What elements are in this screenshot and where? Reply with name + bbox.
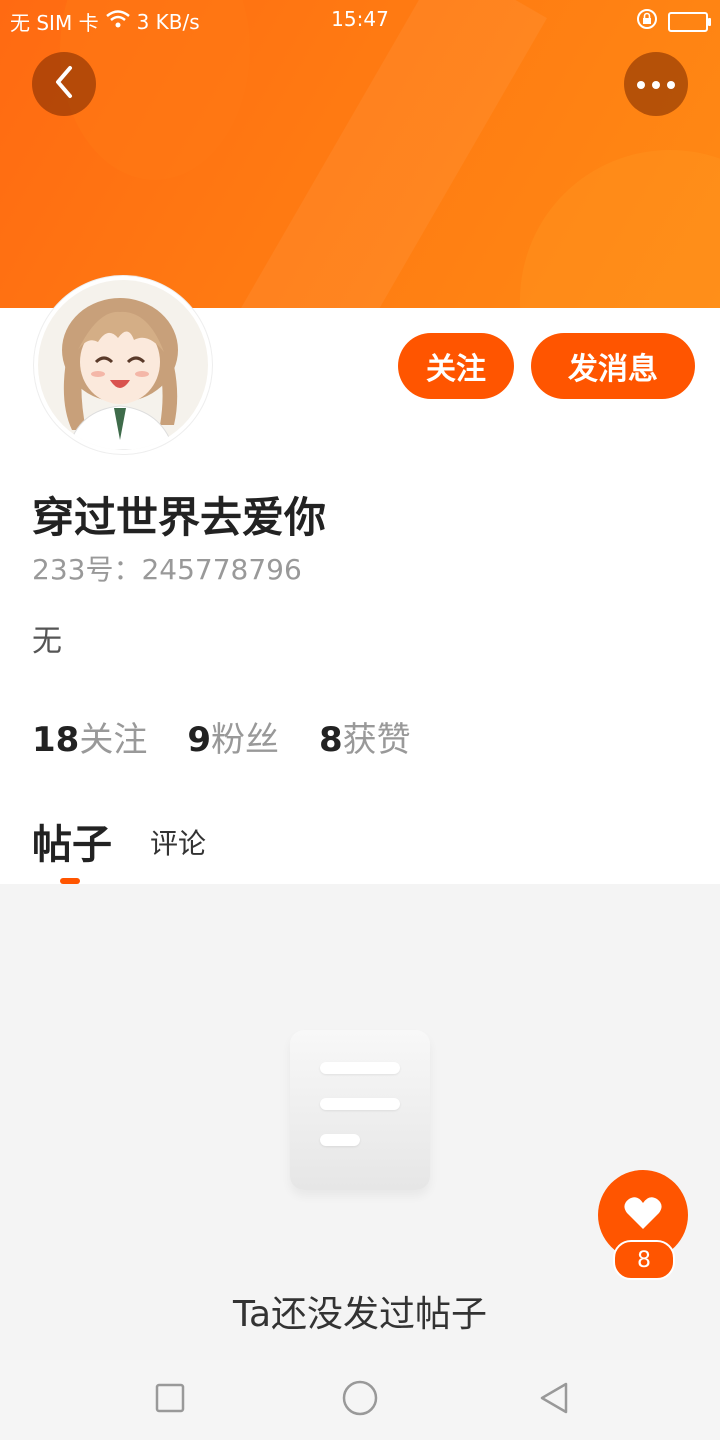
chevron-left-icon	[52, 64, 76, 104]
profile-tabs: 帖子 评论	[32, 812, 720, 884]
follow-button[interactable]: 关注	[398, 333, 514, 399]
stat-likes[interactable]: 8获赞	[319, 712, 411, 761]
stat-fans[interactable]: 9粉丝	[187, 712, 279, 761]
stat-label: 粉丝	[211, 720, 279, 760]
stat-following[interactable]: 18关注	[32, 712, 147, 761]
clock: 15:47	[331, 7, 389, 31]
profile-stats: 18关注 9粉丝 8获赞	[32, 712, 411, 761]
triangle-back-icon	[538, 1381, 570, 1419]
bio: 无	[32, 624, 62, 659]
back-button[interactable]	[32, 52, 96, 116]
like-count-badge: 8	[613, 1240, 675, 1280]
tab-posts[interactable]: 帖子	[32, 812, 112, 870]
battery-icon	[668, 11, 711, 32]
home-button[interactable]	[340, 1380, 380, 1420]
banner-decoration	[520, 150, 720, 308]
document-icon	[290, 1030, 430, 1190]
heart-icon	[623, 1195, 663, 1235]
stat-label: 获赞	[342, 720, 411, 760]
banner-decoration	[233, 0, 547, 308]
recents-button[interactable]	[150, 1380, 190, 1420]
stat-number: 9	[187, 720, 211, 760]
circle-icon	[341, 1379, 379, 1421]
send-message-button[interactable]: 发消息	[531, 333, 695, 399]
rotation-lock-icon	[636, 8, 658, 35]
empty-state-text: Ta还没发过帖子	[232, 1294, 488, 1335]
stat-label: 关注	[79, 720, 148, 760]
profile-banner	[0, 0, 720, 308]
status-bar: 无 SIM 卡 3 KB/s 15:47	[0, 0, 720, 38]
more-horizontal-icon	[636, 75, 676, 94]
account-id: 233号：245778796	[32, 553, 302, 586]
stat-number: 18	[32, 720, 80, 760]
square-icon	[155, 1383, 185, 1417]
more-button[interactable]	[624, 52, 688, 116]
anime-girl-avatar	[38, 280, 208, 450]
back-nav-button[interactable]	[534, 1380, 574, 1420]
tab-comments[interactable]: 评论	[150, 822, 206, 862]
username: 穿过世界去爱你	[32, 493, 327, 542]
system-nav-bar	[0, 1360, 720, 1440]
avatar[interactable]	[34, 276, 212, 454]
stat-number: 8	[319, 720, 343, 760]
